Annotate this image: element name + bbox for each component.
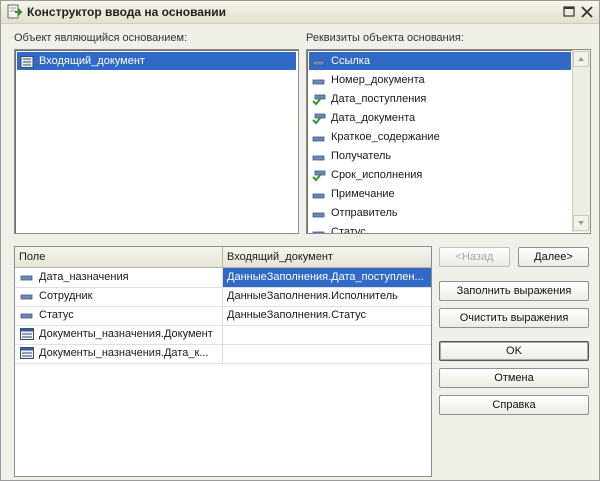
scroll-down-button[interactable] [573,215,589,231]
attribute-label: Статус [331,226,366,234]
field-name: Сотрудник [39,290,93,302]
attribute-icon [20,313,33,319]
attribute-label: Получатель [331,150,392,162]
attribute-icon [312,155,325,161]
table-icon [20,347,34,359]
table-row[interactable]: Сотрудник ДанныеЗаполнения.Исполнитель [15,287,431,307]
table-header: Поле Входящий_документ [15,247,431,268]
attribute-label: Примечание [331,188,395,200]
attribute-used-icon [312,170,326,182]
table-row[interactable]: Статус ДанныеЗаполнения.Статус [15,306,431,326]
field-name: Статус [39,309,74,321]
base-object-list[interactable]: Входящий_документ [14,49,299,234]
base-attributes-list[interactable]: Ссылка Номер_документа Дата_поступления Дат… [306,49,591,234]
constructor-app-icon [7,4,22,19]
attribute-icon [312,60,325,66]
field-name: Документы_назначения.Дата_к... [39,347,209,359]
field-cell[interactable]: Сотрудник [15,287,223,306]
attribute-item[interactable]: Краткое_содержание [309,128,571,146]
title-bar[interactable]: Конструктор ввода на основании [1,1,599,24]
arrow-up-icon [578,57,584,61]
window-title: Конструктор ввода на основании [27,5,226,19]
expression-cell[interactable]: ДанныеЗаполнения.Дата_поступлен... [223,268,431,287]
attribute-item[interactable]: Дата_документа [309,109,571,127]
attribute-item[interactable]: Ссылка [309,52,571,70]
close-icon[interactable] [579,4,595,20]
next-button[interactable]: Далее> [518,247,589,267]
attribute-label: Краткое_содержание [331,131,440,143]
attribute-item[interactable]: Статус [309,223,571,234]
fill-expressions-button[interactable]: Заполнить выражения [439,281,589,301]
list-item-base-object[interactable]: Входящий_документ [17,52,296,70]
field-cell[interactable]: Дата_назначения [15,268,223,287]
cancel-button[interactable]: Отмена [439,368,589,388]
expression-cell[interactable]: ДанныеЗаполнения.Исполнитель [223,287,431,306]
expression-cell[interactable] [223,344,431,363]
attribute-item[interactable]: Примечание [309,185,571,203]
column-header-source[interactable]: Входящий_документ [223,247,431,267]
attribute-icon [312,212,325,218]
attribute-item[interactable]: Дата_поступления [309,90,571,108]
attribute-icon [312,79,325,85]
attribute-label: Отправитель [331,207,398,219]
attribute-label: Дата_поступления [331,93,427,105]
attribute-label: Дата_документа [331,112,416,124]
document-icon [20,56,34,68]
table-row[interactable]: Документы_назначения.Документ [15,325,431,345]
attribute-icon [20,275,33,281]
ok-button[interactable]: OK [439,341,589,361]
field-cell[interactable]: Документы_назначения.Дата_к... [15,344,223,363]
expression-cell[interactable]: ДанныеЗаполнения.Статус [223,306,431,325]
table-icon [20,328,34,340]
field-name: Документы_назначения.Документ [39,328,213,340]
scroll-track[interactable] [573,68,589,218]
attribute-item[interactable]: Отправитель [309,204,571,222]
constructor-dialog: Конструктор ввода на основании Объект яв… [0,0,600,481]
attribute-icon [20,294,33,300]
attribute-item[interactable]: Срок_исполнения [309,166,571,184]
attribute-item[interactable]: Номер_документа [309,71,571,89]
attribute-icon [312,193,325,199]
base-attributes-label: Реквизиты объекта основания: [306,32,464,44]
base-object-label: Объект являющийся основанием: [14,32,188,44]
list-item-label: Входящий_документ [39,55,145,67]
help-button[interactable]: Справка [439,395,589,415]
field-cell[interactable]: Документы_назначения.Документ [15,325,223,344]
back-button[interactable]: <Назад [439,247,510,267]
arrow-down-icon [578,221,584,225]
table-row[interactable]: Дата_назначения ДанныеЗаполнения.Дата_пос… [15,268,431,288]
column-header-field[interactable]: Поле [15,247,223,267]
expression-cell[interactable] [223,325,431,344]
scroll-up-button[interactable] [573,51,589,67]
clear-expressions-button[interactable]: Очистить выражения [439,308,589,328]
table-row[interactable]: Документы_назначения.Дата_к... [15,344,431,364]
attributes-scrollbar[interactable] [572,50,590,232]
attribute-item[interactable]: Получатель [309,147,571,165]
field-name: Дата_назначения [39,271,129,283]
attribute-used-icon [312,94,326,106]
attribute-used-icon [312,113,326,125]
attribute-label: Номер_документа [331,74,425,86]
field-cell[interactable]: Статус [15,306,223,325]
field-mapping-table[interactable]: Поле Входящий_документ Дата_назначения Да… [14,246,432,477]
attribute-icon [312,231,325,233]
attribute-label: Ссылка [331,55,370,67]
maximize-icon[interactable] [561,4,577,20]
attribute-icon [312,136,325,142]
attribute-label: Срок_исполнения [331,169,423,181]
